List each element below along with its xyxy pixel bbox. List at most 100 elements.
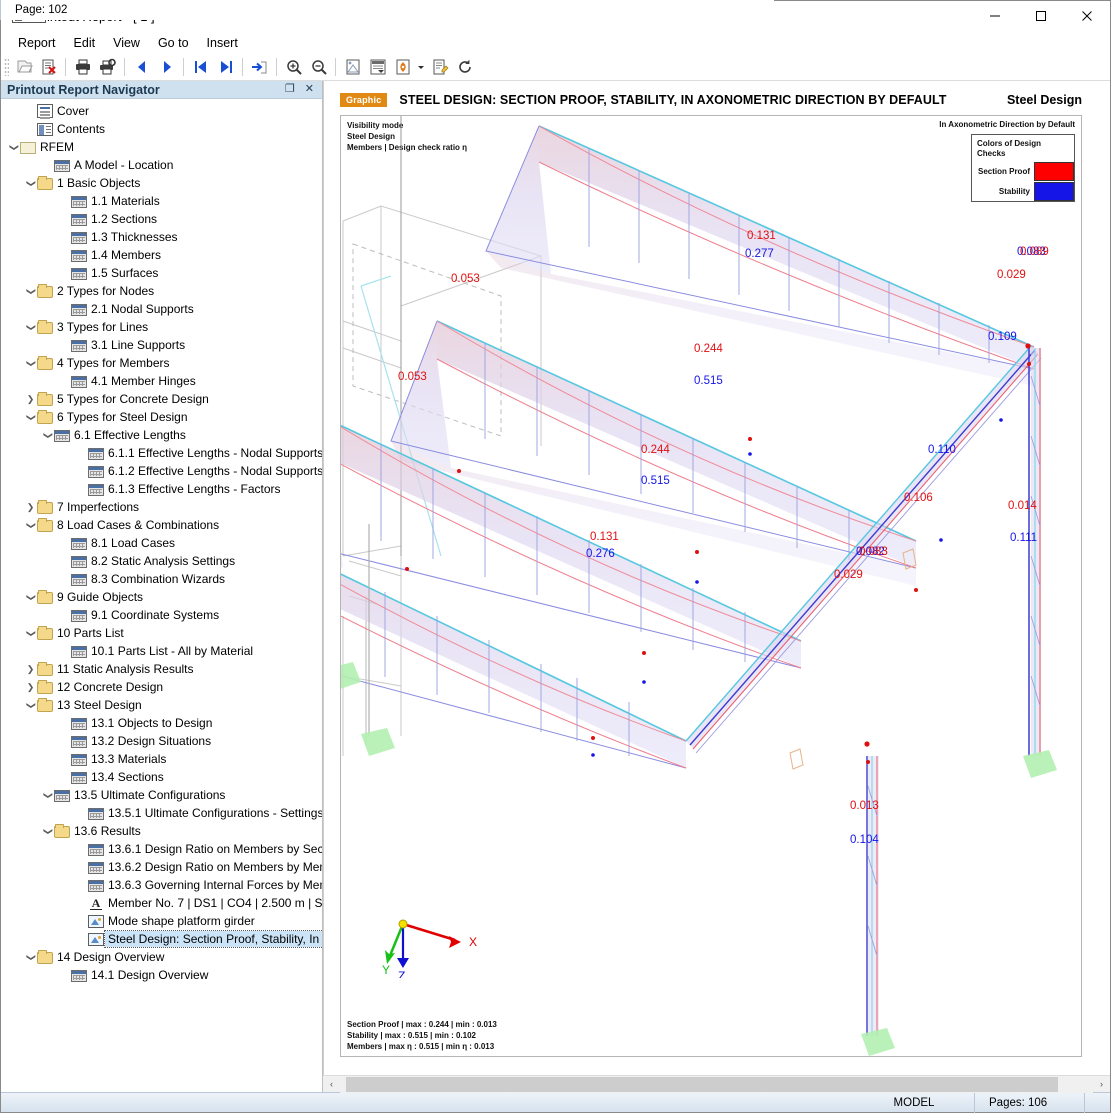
tree-item[interactable]: ❯ 8 Load Cases & Combinations xyxy=(1,516,322,534)
selection-icon[interactable] xyxy=(390,55,415,79)
dropdown-arrow-icon[interactable] xyxy=(415,55,427,79)
tree-item[interactable]: 2.1 Nodal Supports xyxy=(1,300,322,318)
navigator-close-icon[interactable]: ✕ xyxy=(305,84,314,95)
last-page-icon[interactable] xyxy=(213,55,238,79)
page-setup-icon[interactable] xyxy=(340,55,365,79)
chevron-down-icon[interactable]: ❯ xyxy=(24,413,37,422)
tree-item[interactable]: ❯ 11 Static Analysis Results xyxy=(1,660,322,678)
tree-item[interactable]: 13.3 Materials xyxy=(1,750,322,768)
chevron-right-icon[interactable]: ❯ xyxy=(24,664,37,674)
tree-item[interactable]: ❯ 14 Design Overview xyxy=(1,948,322,966)
tree-item[interactable]: 8.3 Combination Wizards xyxy=(1,570,322,588)
tree-item[interactable]: ❯ 10 Parts List xyxy=(1,624,322,642)
tree-item[interactable]: 13.5.1 Ultimate Configurations - Setting… xyxy=(1,804,322,822)
tree-item[interactable]: ❯ 3 Types for Lines xyxy=(1,318,322,336)
chevron-right-icon[interactable]: ❯ xyxy=(24,394,37,404)
scroll-track[interactable] xyxy=(340,1075,1093,1093)
tree-item[interactable]: ❯ 13.6 Results xyxy=(1,822,322,840)
toolbar-grip[interactable] xyxy=(4,58,9,76)
tree-item[interactable]: 6.1.2 Effective Lengths - Nodal Supports… xyxy=(1,462,322,480)
navigator-tree[interactable]: Cover Contents ❯ RFEM A Model - Location ❯ 1 B… xyxy=(1,99,322,1092)
tree-item[interactable]: 3.1 Line Supports xyxy=(1,336,322,354)
tree-item[interactable]: ❯ 12 Concrete Design xyxy=(1,678,322,696)
tree-item[interactable]: 13.6.1 Design Ratio on Members by Sectio… xyxy=(1,840,322,858)
go-to-page-icon[interactable] xyxy=(247,55,272,79)
tree-item[interactable]: 1.1 Materials xyxy=(1,192,322,210)
document-scroll-area[interactable]: Graphic STEEL DESIGN: SECTION PROOF, STA… xyxy=(323,81,1110,1075)
scroll-right-arrow[interactable]: › xyxy=(1093,1076,1110,1093)
tree-item[interactable]: ❯ 13.5 Ultimate Configurations xyxy=(1,786,322,804)
tree-item[interactable]: 13.2 Design Situations xyxy=(1,732,322,750)
previous-page-icon[interactable] xyxy=(129,55,154,79)
tree-item[interactable]: A Model - Location xyxy=(1,156,322,174)
tree-item[interactable]: Steel Design: Section Proof, Stability, … xyxy=(1,930,322,948)
tree-item[interactable]: 13.4 Sections xyxy=(1,768,322,786)
tree-item[interactable]: 13.1 Objects to Design xyxy=(1,714,322,732)
chevron-down-icon[interactable]: ❯ xyxy=(24,521,37,530)
close-button[interactable] xyxy=(1064,1,1110,32)
scroll-left-arrow[interactable]: ‹ xyxy=(323,1076,340,1093)
minimize-button[interactable] xyxy=(972,1,1018,32)
chevron-down-icon[interactable]: ❯ xyxy=(24,287,37,296)
tree-item[interactable]: ❯ 9 Guide Objects xyxy=(1,588,322,606)
menu-insert[interactable]: Insert xyxy=(198,34,247,52)
tree-item[interactable]: Mode shape platform girder xyxy=(1,912,322,930)
menu-report[interactable]: Report xyxy=(9,34,65,52)
tree-item[interactable]: 1.3 Thicknesses xyxy=(1,228,322,246)
refresh-icon[interactable] xyxy=(452,55,477,79)
tree-item[interactable]: Contents xyxy=(1,120,322,138)
menu-goto[interactable]: Go to xyxy=(149,34,198,52)
chevron-down-icon[interactable]: ❯ xyxy=(24,593,37,602)
chevron-right-icon[interactable]: ❯ xyxy=(24,682,37,692)
chevron-down-icon[interactable]: ❯ xyxy=(24,359,37,368)
maximize-button[interactable] xyxy=(1018,1,1064,32)
chevron-down-icon[interactable]: ❯ xyxy=(24,701,37,710)
tree-item[interactable]: 8.1 Load Cases xyxy=(1,534,322,552)
header-footer-icon[interactable] xyxy=(365,55,390,79)
chevron-down-icon[interactable]: ❯ xyxy=(41,431,54,440)
tree-item[interactable]: 9.1 Coordinate Systems xyxy=(1,606,322,624)
chevron-down-icon[interactable]: ❯ xyxy=(24,953,37,962)
tree-item[interactable]: 1.4 Members xyxy=(1,246,322,264)
tree-item[interactable]: 13.6.3 Governing Internal Forces by Memb… xyxy=(1,876,322,894)
delete-report-icon[interactable] xyxy=(36,55,61,79)
chevron-down-icon[interactable]: ❯ xyxy=(41,791,54,800)
scroll-thumb[interactable] xyxy=(346,1076,1058,1092)
chevron-right-icon[interactable]: ❯ xyxy=(24,502,37,512)
tree-item[interactable]: ❯ 6 Types for Steel Design xyxy=(1,408,322,426)
tree-item[interactable]: ❯ 13 Steel Design xyxy=(1,696,322,714)
zoom-in-icon[interactable] xyxy=(281,55,306,79)
tree-item[interactable]: 14.1 Design Overview xyxy=(1,966,322,984)
zoom-out-icon[interactable] xyxy=(306,55,331,79)
open-report-icon[interactable] xyxy=(11,55,36,79)
next-page-icon[interactable] xyxy=(154,55,179,79)
tree-item[interactable]: ❯ 2 Types for Nodes xyxy=(1,282,322,300)
edit-report-icon[interactable] xyxy=(427,55,452,79)
first-page-icon[interactable] xyxy=(188,55,213,79)
chevron-down-icon[interactable]: ❯ xyxy=(7,143,20,152)
tree-item[interactable]: A Member No. 7 | DS1 | CO4 | 2.500 m | ST… xyxy=(1,894,322,912)
horizontal-scrollbar[interactable]: ‹ › xyxy=(323,1075,1110,1093)
chevron-down-icon[interactable]: ❯ xyxy=(41,827,54,836)
menu-view[interactable]: View xyxy=(104,34,149,52)
tree-item[interactable]: 1.5 Surfaces xyxy=(1,264,322,282)
tree-item[interactable]: ❯ 4 Types for Members xyxy=(1,354,322,372)
tree-item[interactable]: 10.1 Parts List - All by Material xyxy=(1,642,322,660)
menu-edit[interactable]: Edit xyxy=(65,34,105,52)
tree-item[interactable]: 4.1 Member Hinges xyxy=(1,372,322,390)
chevron-down-icon[interactable]: ❯ xyxy=(24,629,37,638)
tree-item[interactable]: Cover xyxy=(1,102,322,120)
chevron-down-icon[interactable]: ❯ xyxy=(24,323,37,332)
tree-item[interactable]: ❯ RFEM xyxy=(1,138,322,156)
navigator-restore-icon[interactable]: ❐ xyxy=(285,84,295,95)
tree-item[interactable]: ❯ 6.1 Effective Lengths xyxy=(1,426,322,444)
tree-item[interactable]: 1.2 Sections xyxy=(1,210,322,228)
tree-item[interactable]: 6.1.1 Effective Lengths - Nodal Supports xyxy=(1,444,322,462)
tree-item[interactable]: 6.1.3 Effective Lengths - Factors xyxy=(1,480,322,498)
chevron-down-icon[interactable]: ❯ xyxy=(24,179,37,188)
print-icon[interactable] xyxy=(70,55,95,79)
tree-item[interactable]: 8.2 Static Analysis Settings xyxy=(1,552,322,570)
tree-item[interactable]: ❯ 5 Types for Concrete Design xyxy=(1,390,322,408)
print-settings-icon[interactable] xyxy=(95,55,120,79)
tree-item[interactable]: ❯ 1 Basic Objects xyxy=(1,174,322,192)
